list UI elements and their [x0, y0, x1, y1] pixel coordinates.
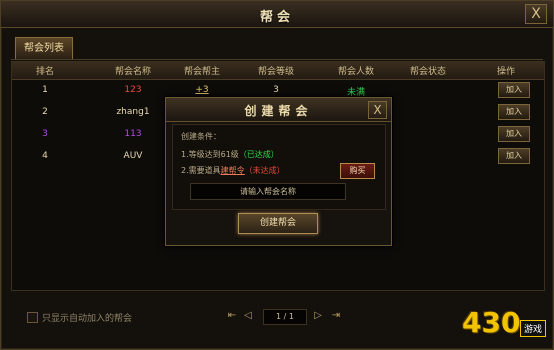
- rank-cell: 2: [42, 107, 48, 117]
- page-indicator: 1 / 1: [263, 309, 307, 325]
- buy-button[interactable]: 购买: [340, 163, 375, 179]
- join-button[interactable]: 加入: [498, 148, 530, 164]
- req1-text: 1.等级达到61级: [181, 150, 239, 159]
- title-bar: 帮会 X: [1, 1, 553, 28]
- rank-cell: 3: [42, 129, 48, 139]
- header-level: 帮会等级: [257, 67, 294, 77]
- leader-cell[interactable]: +3: [172, 85, 232, 95]
- window-title: 帮会: [259, 10, 294, 25]
- modal-title: 创建帮会: [244, 104, 313, 118]
- join-button[interactable]: 加入: [498, 104, 530, 120]
- header-name: 帮会名称: [114, 67, 151, 77]
- rank-cell: 1: [42, 85, 48, 95]
- join-button[interactable]: 加入: [498, 82, 530, 98]
- tab-guild-list[interactable]: 帮会列表: [15, 37, 73, 59]
- create-guild-modal: 创建帮会 X 创建条件： 1.等级达到61级（已达成） 2.需要道具建帮令（未达…: [165, 97, 392, 246]
- level-cell: 3: [273, 85, 279, 95]
- first-page-icon[interactable]: ⇤: [225, 309, 239, 323]
- guild-name-cell[interactable]: AUV: [98, 151, 168, 161]
- req2-state: （未达成）: [244, 166, 285, 175]
- close-button[interactable]: X: [525, 4, 547, 24]
- table-header: 排名 帮会名称 帮会帮主 帮会等级 帮会人数 帮会状态 操作: [12, 62, 544, 80]
- guild-name-input[interactable]: 请输入帮会名称: [190, 183, 346, 200]
- guild-name-cell[interactable]: 113: [98, 129, 168, 139]
- guild-name-cell[interactable]: 123: [98, 85, 168, 95]
- header-members: 帮会人数: [337, 67, 374, 77]
- app-root: 帮会 X 帮会列表 排名 帮会名称 帮会帮主 帮会等级 帮会人数 帮会状态 操作…: [0, 0, 554, 350]
- modal-title-bar: 创建帮会 X: [166, 98, 391, 122]
- modal-close-button[interactable]: X: [368, 101, 387, 119]
- header-leader: 帮会帮主: [183, 67, 220, 77]
- watermark-logo: 430: [462, 306, 521, 339]
- create-guild-button[interactable]: 创建帮会: [238, 213, 318, 234]
- prev-page-icon[interactable]: ◁: [241, 309, 255, 323]
- condition-label: 创建条件：: [181, 132, 221, 141]
- join-button[interactable]: 加入: [498, 126, 530, 142]
- header-rank: 排名: [35, 67, 54, 77]
- header-action: 操作: [496, 67, 515, 77]
- watermark-tag: 游戏: [519, 320, 546, 337]
- last-page-icon[interactable]: ⇥: [329, 309, 343, 323]
- guild-name-cell[interactable]: zhang1: [98, 107, 168, 117]
- requirement-1: 1.等级达到61级（已达成）: [181, 149, 279, 160]
- requirement-2: 2.需要道具建帮令（未达成）: [181, 165, 285, 176]
- next-page-icon[interactable]: ▷: [311, 309, 325, 323]
- req2-text: 2.需要道具: [181, 166, 221, 175]
- header-status: 帮会状态: [409, 67, 446, 77]
- req1-state: （已达成）: [238, 150, 279, 159]
- req2-item-link[interactable]: 建帮令: [221, 166, 245, 175]
- rank-cell: 4: [42, 151, 48, 161]
- auto-join-checkbox[interactable]: [27, 312, 38, 323]
- tab-strip: 帮会列表: [11, 37, 543, 60]
- site-watermark: 430 游戏: [462, 306, 546, 342]
- auto-join-label: 只显示自动加入的帮会: [42, 314, 133, 324]
